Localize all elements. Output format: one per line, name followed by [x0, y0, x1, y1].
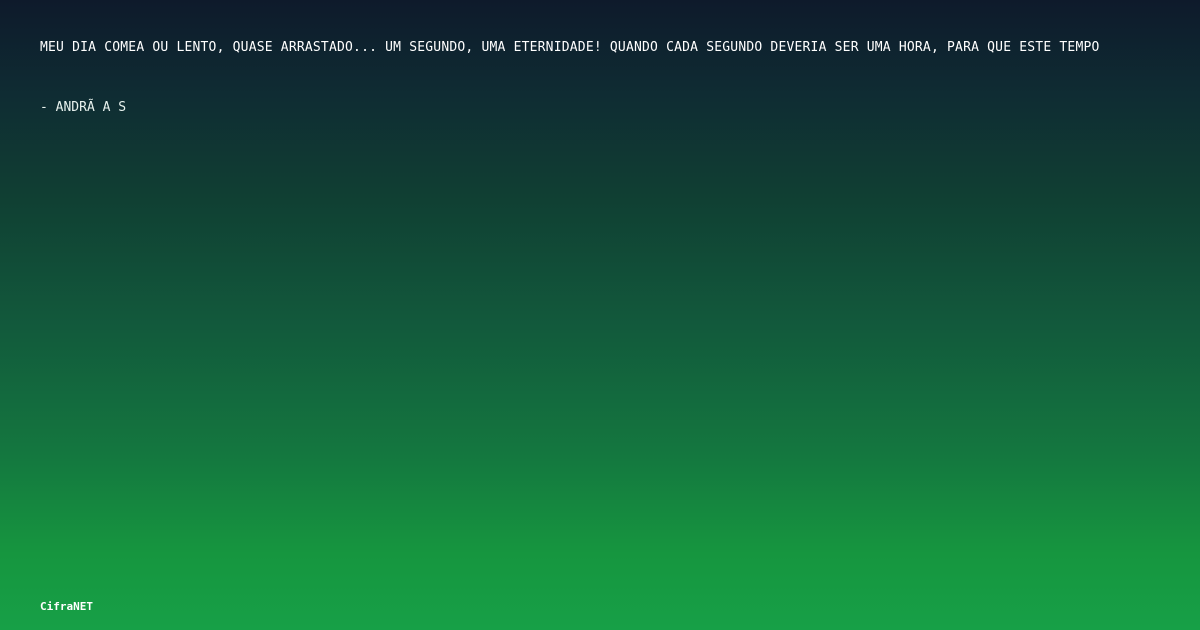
brand-logo-text: CifraNET — [40, 600, 93, 613]
quote-text: MEU DIA COMEÃ OU LENTO, QUASE ARRASTADO.… — [40, 40, 1100, 55]
quote-author: - ANDRÃ A S — [40, 100, 127, 115]
